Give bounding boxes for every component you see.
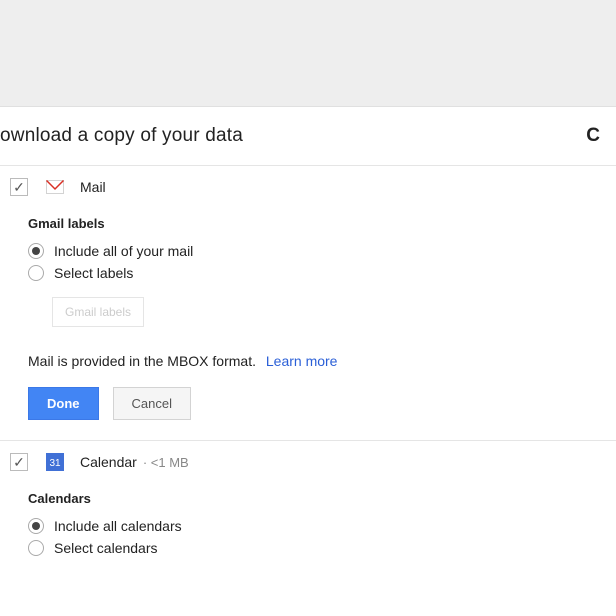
cancel-button[interactable]: Cancel [113,387,191,420]
header-gray-area [0,0,616,107]
radio-label: Select calendars [54,540,158,556]
checkbox-mail[interactable]: ✓ [10,178,28,196]
radio-label: Include all calendars [54,518,182,534]
format-text: Mail is provided in the MBOX format. [28,353,256,369]
section-mail-name: Mail [80,179,106,195]
section-mail-header[interactable]: ✓ Mail [0,166,616,208]
radio-icon [28,540,44,556]
section-calendar-meta: · <1 MB [143,455,189,470]
section-calendar-name: Calendar [80,454,137,470]
calendar-subhead: Calendars [28,491,616,506]
learn-more-link[interactable]: Learn more [266,353,338,369]
mail-subhead: Gmail labels [28,216,616,231]
checkmark-icon: ✓ [13,180,25,194]
checkbox-calendar[interactable]: ✓ [10,453,28,471]
radio-icon [28,243,44,259]
partial-text-right: C [586,125,610,147]
svg-text:31: 31 [49,458,61,469]
page-title: ownload a copy of your data [0,125,243,147]
done-button[interactable]: Done [28,387,99,420]
radio-label: Include all of your mail [54,243,193,259]
mail-button-row: Done Cancel [28,387,616,420]
radio-mail-select-labels[interactable]: Select labels [28,265,616,281]
section-mail: ✓ Mail Gmail labels Include all of your … [0,166,616,441]
radio-icon [28,518,44,534]
mail-icon [46,178,64,196]
section-calendar: ✓ 31 Calendar · <1 MB Calendars Include … [0,441,616,582]
calendar-icon: 31 [46,453,64,471]
title-bar: ownload a copy of your data C [0,107,616,166]
radio-mail-include-all[interactable]: Include all of your mail [28,243,616,259]
section-calendar-body: Calendars Include all calendars Select c… [0,491,616,582]
section-mail-body: Gmail labels Include all of your mail Se… [0,216,616,440]
radio-calendar-select[interactable]: Select calendars [28,540,616,556]
radio-label: Select labels [54,265,133,281]
gmail-labels-button: Gmail labels [52,297,144,327]
section-calendar-header[interactable]: ✓ 31 Calendar · <1 MB [0,441,616,483]
radio-icon [28,265,44,281]
radio-calendar-include-all[interactable]: Include all calendars [28,518,616,534]
mail-format-line: Mail is provided in the MBOX format. Lea… [28,353,616,369]
checkmark-icon: ✓ [13,455,25,469]
